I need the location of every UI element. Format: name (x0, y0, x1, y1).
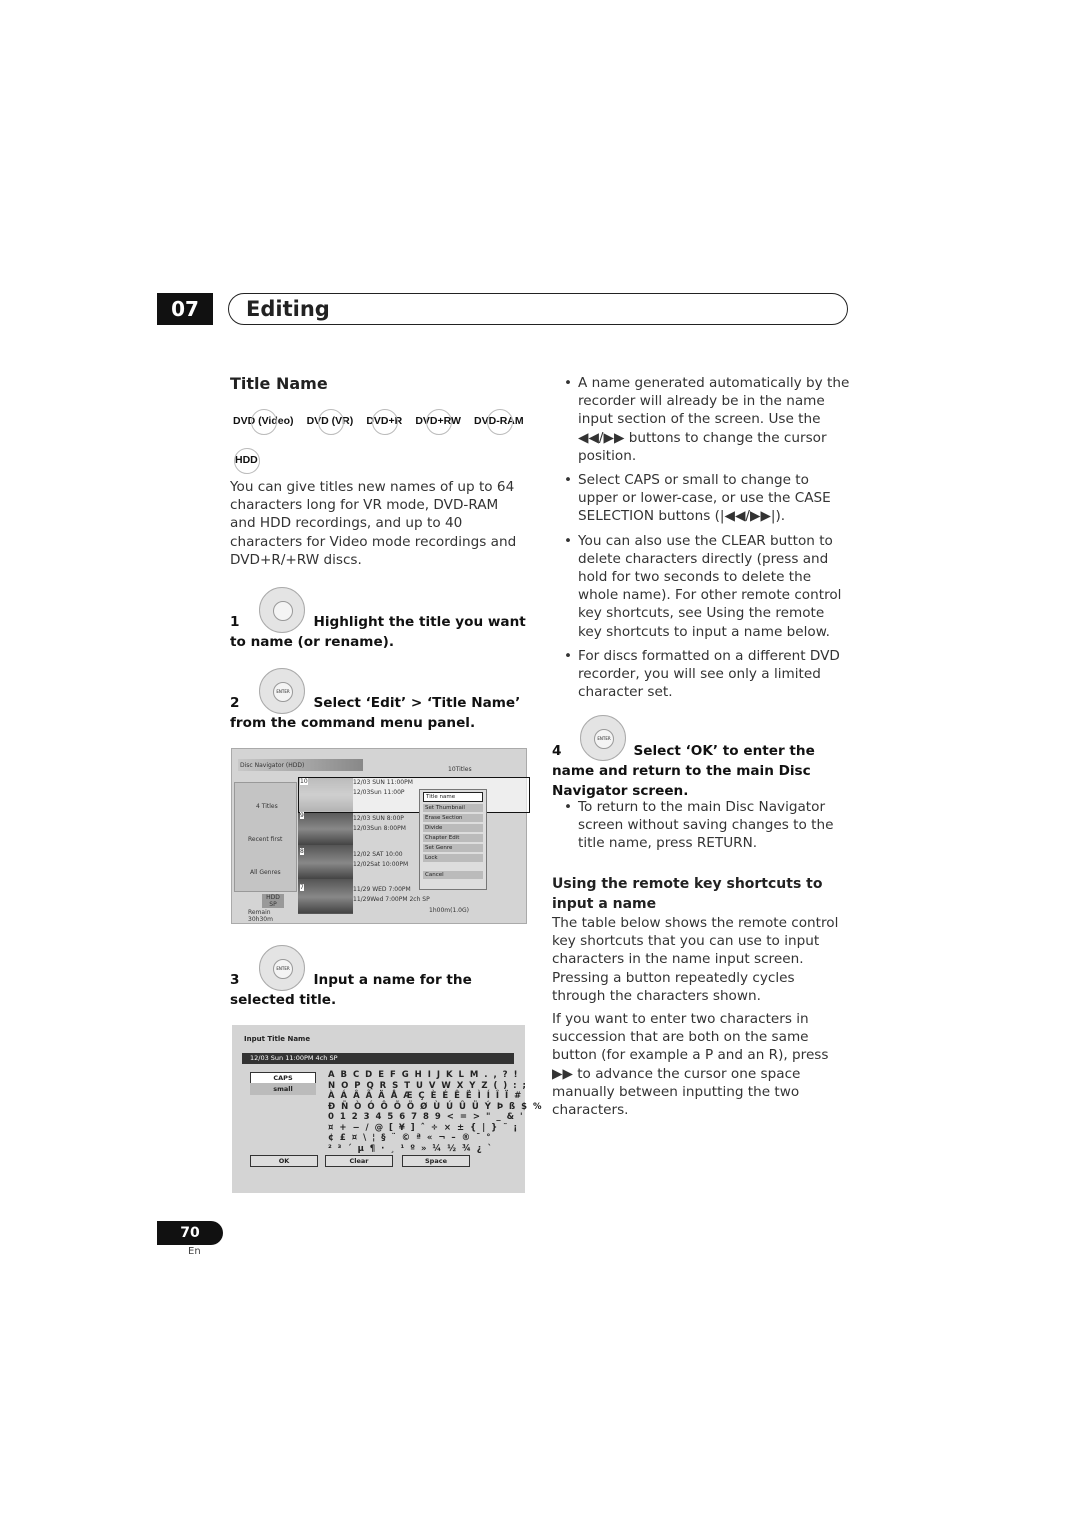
manual-page: 07 Editing Title Name DVD (Video) DVD (V… (0, 0, 1080, 1528)
intro-text: You can give titles new names of up to 6… (230, 479, 517, 568)
chapter-title: Editing (246, 297, 330, 321)
title-line: 11/29Wed 7:00PM 2ch SP (353, 896, 430, 903)
input-title-screenshot: Input Title Name 12/03 Sun 11:00PM 4ch S… (232, 1025, 542, 1193)
sub-heading: Using the remote key shortcuts to input … (552, 876, 823, 912)
format-badge-hdd: HDD (234, 448, 261, 474)
remain-time: Remain 30h30m (248, 909, 273, 923)
format-badge: DVD (Video) (233, 409, 294, 435)
tip-item: Select CAPS or small to change to upper … (552, 471, 850, 526)
menu-item[interactable]: Chapter Edit (423, 834, 483, 842)
step-number: 4 (552, 743, 562, 759)
step-text: Input a name for the selected title. (230, 972, 472, 1008)
side-item[interactable]: 4 Titles (256, 803, 278, 810)
return-tip: To return to the main Disc Navigator scr… (552, 798, 850, 853)
tip-item: You can also use the CLEAR button to del… (552, 532, 850, 641)
format-badge: DVD+RW (415, 409, 461, 435)
ok-button[interactable]: OK (250, 1155, 318, 1167)
shortcut-paragraph: The table below shows the remote control… (552, 915, 839, 1004)
page-number: 70 (157, 1221, 223, 1245)
menu-item[interactable]: Erase Section (423, 814, 483, 822)
title-line[interactable]: 12/03 SUN 8:00P (353, 815, 404, 822)
step-text: Select ‘OK’ to enter the name and return… (552, 743, 815, 799)
title-line: 12/03Sun 11:00P (353, 789, 405, 796)
title-line[interactable]: 12/03 SUN 11:00PM (353, 779, 413, 786)
menu-item[interactable]: Lock (423, 854, 483, 862)
step-2: 2 Select ‘Edit’ > ‘Title Name’ from the c… (230, 693, 526, 733)
language-label: En (188, 1246, 201, 1257)
format-badge: DVD (VR) (306, 409, 354, 435)
title-line[interactable]: 12/02 SAT 10:00 (353, 851, 403, 858)
menu-item[interactable]: Cancel (423, 871, 483, 879)
menu-item[interactable]: Set Genre (423, 844, 483, 852)
step-3: 3 Input a name for the selected title. (230, 970, 526, 1010)
disc-navigator-screenshot: Disc Navigator (HDD) 10Titles 4 Titles R… (231, 748, 530, 924)
command-menu: Title name Set Thumbnail Erase Section D… (419, 789, 487, 890)
menu-item[interactable]: Divide (423, 824, 483, 832)
title-line: 12/03Sun 8:00PM (353, 825, 406, 832)
step-text: Select ‘Edit’ > ‘Title Name’ from the co… (230, 695, 521, 731)
step-number: 2 (230, 695, 240, 711)
media-badge: HDD SP (262, 894, 284, 908)
side-item[interactable]: All Genres (250, 869, 281, 876)
title-number: 10 (300, 778, 308, 785)
step-1: 1 Highlight the title you want to name (o… (230, 612, 526, 652)
title-line: 12/02Sat 10:00PM (353, 861, 409, 868)
shortcut-paragraph: If you want to enter two characters in s… (552, 1011, 829, 1119)
title-line[interactable]: 11/29 WED 7:00PM (353, 886, 411, 893)
step-text: Highlight the title you want to name (or… (230, 614, 526, 650)
space-button[interactable]: Space (402, 1155, 470, 1167)
character-grid[interactable]: A B C D E F G H I J K L M . , ? ! N O P … (328, 1070, 543, 1154)
format-badge: DVD-RAM (474, 409, 524, 435)
navigator-count: 10Titles (448, 766, 472, 773)
chapter-number: 07 (157, 293, 213, 325)
title-number: 9 (300, 812, 304, 819)
clear-button[interactable]: Clear (325, 1155, 393, 1167)
title-duration: 1h00m(1.0G) (429, 907, 469, 914)
format-badge: DVD+R (366, 409, 403, 435)
section-title: Title Name (230, 374, 328, 393)
step-4: 4 Select ‘OK’ to enter the name and retur… (552, 741, 848, 801)
navigator-header: Disc Navigator (HDD) (240, 762, 305, 769)
small-button[interactable]: small (250, 1083, 316, 1095)
title-name-input[interactable]: 12/03 Sun 11:00PM 4ch SP (242, 1053, 514, 1064)
menu-item[interactable]: Set Thumbnail (423, 804, 483, 812)
input-screen-title: Input Title Name (244, 1035, 311, 1043)
tips-list: A name generated automatically by the re… (552, 374, 850, 701)
title-number: 8 (300, 848, 304, 855)
side-item[interactable]: Recent first (248, 836, 282, 843)
menu-item[interactable]: Title name (423, 792, 483, 802)
tip-item: A name generated automatically by the re… (552, 374, 850, 465)
step-number: 1 (230, 614, 240, 630)
format-badges: DVD (Video) DVD (VR) DVD+R DVD+RW DVD-RA… (233, 409, 532, 435)
step-number: 3 (230, 972, 240, 988)
title-number: 7 (300, 884, 304, 891)
tip-item: For discs formatted on a different DVD r… (552, 647, 850, 702)
